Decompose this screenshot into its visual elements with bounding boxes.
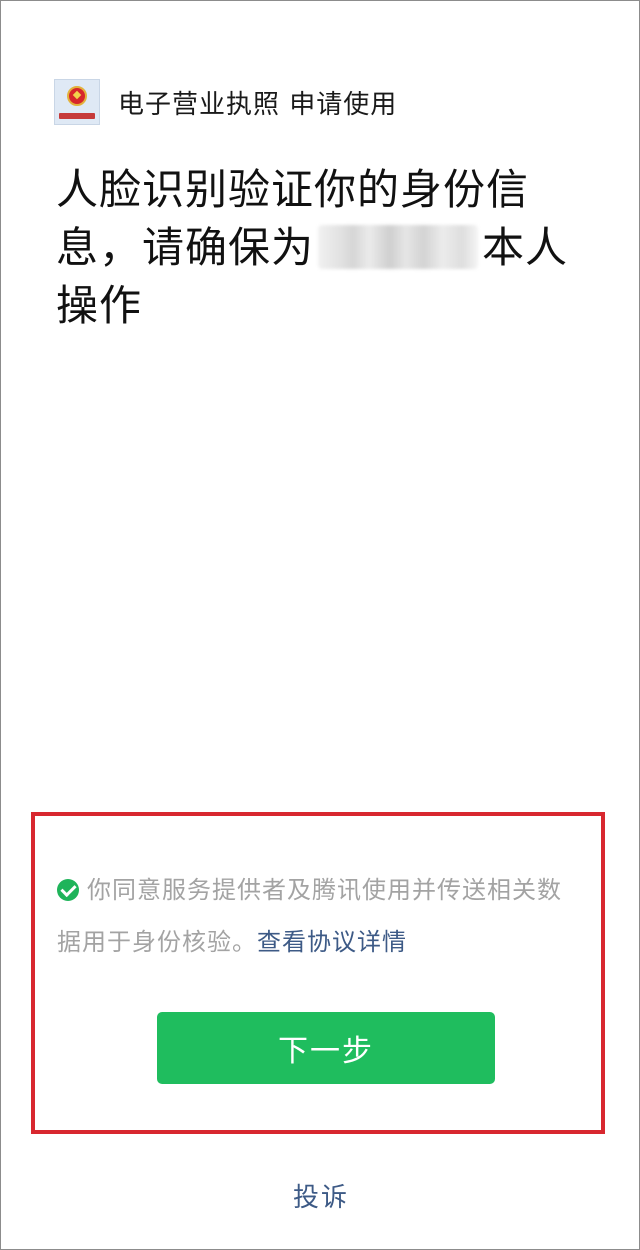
app-header: 电子营业执照 申请使用: [54, 77, 397, 127]
complain-link[interactable]: 投诉: [1, 1177, 640, 1214]
view-agreement-link[interactable]: 查看协议详情: [257, 928, 407, 956]
page-title: 人脸识别验证你的身份信息，请确保为 本人操作: [56, 161, 586, 335]
page-frame: 电子营业执照 申请使用 人脸识别验证你的身份信息，请确保为 本人操作 你同意服务提…: [0, 0, 640, 1250]
checkmark-icon[interactable]: [57, 879, 79, 901]
app-title: 电子营业执照 申请使用: [118, 89, 398, 120]
app-logo: [54, 79, 100, 125]
masked-user-name: [318, 225, 479, 269]
logo-banner: [59, 113, 95, 119]
national-emblem-icon: [67, 86, 87, 106]
consent-highlight-box: 你同意服务提供者及腾讯使用并传送相关数据用于身份核验。查看协议详情 下一步: [31, 812, 605, 1134]
consent-agreement: 你同意服务提供者及腾讯使用并传送相关数据用于身份核验。查看协议详情: [57, 864, 577, 968]
next-step-button[interactable]: 下一步: [157, 1012, 495, 1084]
